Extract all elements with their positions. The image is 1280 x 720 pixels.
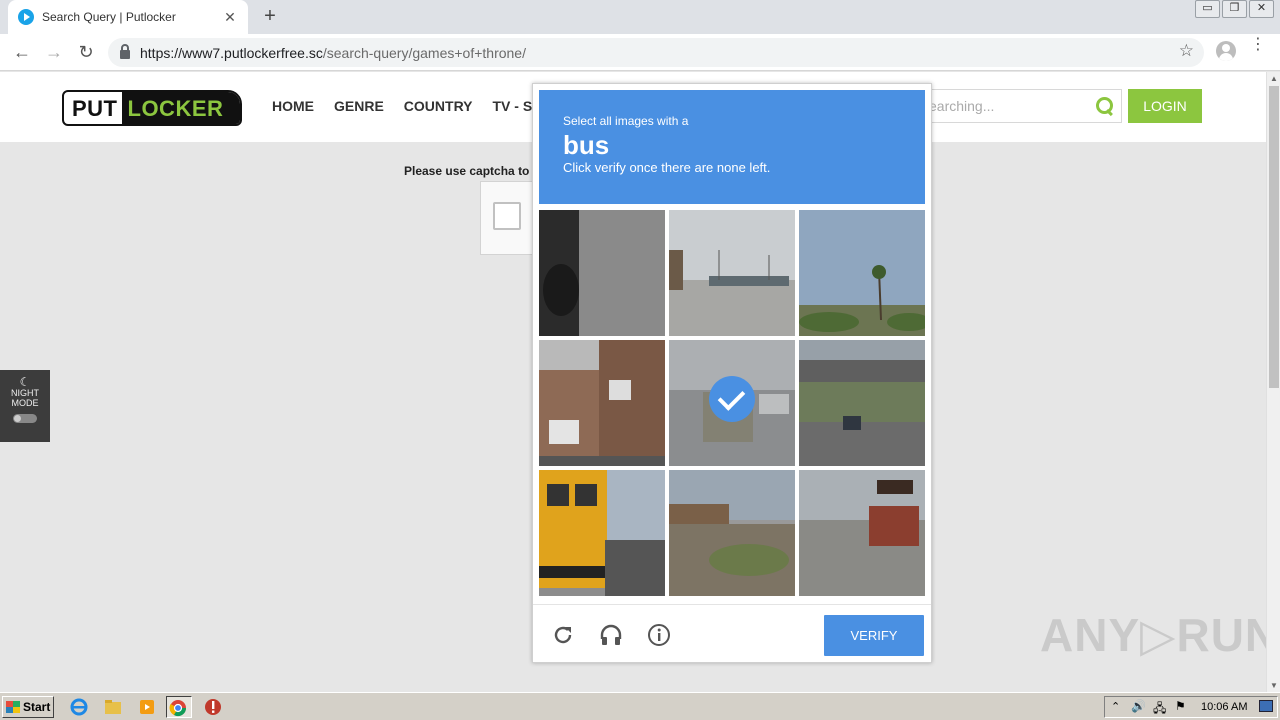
folder-taskbar-icon[interactable] <box>102 696 128 718</box>
logo-locker-text: LOCKER <box>121 92 240 124</box>
browser-toolbar: ← → ↻ https://www7.putlockerfree.sc/sear… <box>0 34 1280 71</box>
scroll-up-arrow-icon[interactable]: ▲ <box>1270 74 1278 83</box>
browser-menu-icon[interactable]: ⋮ <box>1250 37 1266 53</box>
network-icon[interactable]: 🖧 <box>1153 699 1166 720</box>
forward-button[interactable]: → <box>42 40 66 64</box>
image-tile[interactable] <box>669 340 795 466</box>
putlocker-logo[interactable]: PUT LOCKER <box>62 90 242 126</box>
night-label-line2: MODE <box>11 398 39 408</box>
minimize-button[interactable]: ▭ <box>1195 0 1220 18</box>
image-tile[interactable] <box>539 340 665 466</box>
play-icon <box>18 9 34 25</box>
night-label-line1: NIGHT <box>11 388 39 398</box>
challenge-subtext: Click verify once there are none left. <box>563 160 771 175</box>
roadside-image <box>669 470 795 596</box>
logo-put-text: PUT <box>72 96 118 121</box>
school-bus-image <box>539 470 665 596</box>
browser-tabbar: Search Query | Putlocker ✕ + ▭ ❐ ✕ <box>0 0 1280 34</box>
selected-check-icon <box>709 376 755 422</box>
url-path: /search-query/games+of+throne/ <box>322 44 526 61</box>
windows-taskbar: Start ⌃ 🔊 🖧 ⚑ 10:06 AM <box>0 692 1280 720</box>
audio-challenge-icon[interactable] <box>599 623 623 647</box>
challenge-target: bus <box>563 130 610 160</box>
anyrun-watermark: ANY▷RUN <box>1040 609 1266 661</box>
reload-challenge-icon[interactable] <box>551 623 575 647</box>
search-icon[interactable] <box>1093 94 1117 118</box>
recaptcha-checkbox[interactable] <box>493 202 521 230</box>
chrome-taskbar-icon[interactable] <box>166 696 192 718</box>
night-mode-toggle[interactable] <box>13 414 37 423</box>
address-bar[interactable]: https://www7.putlockerfree.sc/search-que… <box>108 38 1204 67</box>
tray-expand-icon[interactable]: ⌃ <box>1111 700 1120 713</box>
start-label: Start <box>23 700 51 714</box>
image-grid <box>539 210 925 596</box>
image-tile[interactable] <box>799 470 925 596</box>
login-button[interactable]: LOGIN <box>1128 89 1202 123</box>
parking-lot-image <box>669 210 795 336</box>
image-tile[interactable] <box>669 470 795 596</box>
overpass-image <box>799 340 925 466</box>
new-tab-button[interactable]: + <box>258 5 282 29</box>
volume-icon[interactable]: 🔊 <box>1131 699 1146 713</box>
close-icon[interactable]: ✕ <box>222 9 238 26</box>
recaptcha-widget <box>480 181 540 255</box>
media-player-taskbar-icon[interactable] <box>136 696 162 718</box>
image-tile[interactable] <box>539 470 665 596</box>
challenge-instruction: Select all images with a <box>563 114 689 128</box>
search-placeholder: earching... <box>929 98 995 114</box>
moon-icon: ☾ <box>19 375 31 389</box>
url-text: https://www7.putlockerfree.sc/search-que… <box>140 45 526 61</box>
car-closeup-image <box>539 210 665 336</box>
night-mode-panel: ☾ NIGHT MODE <box>0 370 50 442</box>
system-tray: ⌃ 🔊 🖧 ⚑ 10:06 AM <box>1104 696 1278 718</box>
window-close-button[interactable]: ✕ <box>1249 0 1274 18</box>
profile-avatar-icon[interactable] <box>1216 41 1236 61</box>
bookmark-star-icon[interactable]: ☆ <box>1179 41 1194 61</box>
image-tile[interactable] <box>799 340 925 466</box>
nav-country[interactable]: COUNTRY <box>404 98 473 114</box>
flag-icon[interactable]: ⚑ <box>1175 699 1186 713</box>
image-tile[interactable] <box>539 210 665 336</box>
url-host: https://www7.putlockerfree.sc <box>140 44 323 61</box>
road-bus-image <box>799 470 925 596</box>
browser-tab[interactable]: Search Query | Putlocker ✕ <box>8 0 248 34</box>
scroll-down-arrow-icon[interactable]: ▼ <box>1270 681 1278 690</box>
nav-genre[interactable]: GENRE <box>334 98 384 114</box>
info-icon[interactable] <box>647 623 671 647</box>
challenge-footer: VERIFY <box>533 604 931 662</box>
main-nav: HOME GENRE COUNTRY TV - SER <box>272 98 552 114</box>
reload-button[interactable]: ↻ <box>74 40 98 64</box>
page-scrollbar[interactable]: ▲ ▼ <box>1266 72 1280 692</box>
start-button[interactable]: Start <box>2 696 54 718</box>
verify-button[interactable]: VERIFY <box>824 615 924 656</box>
site-search-input[interactable]: earching... <box>920 89 1122 123</box>
challenge-header: Select all images with a bus Click verif… <box>539 90 925 204</box>
captcha-challenge: Select all images with a bus Click verif… <box>532 83 932 663</box>
palm-tree-image <box>799 210 925 336</box>
ie-taskbar-icon[interactable] <box>68 696 94 718</box>
nav-home[interactable]: HOME <box>272 98 314 114</box>
show-desktop-icon[interactable] <box>1259 700 1273 712</box>
image-tile[interactable] <box>669 210 795 336</box>
brick-house-image <box>539 340 665 466</box>
tray-clock: 10:06 AM <box>1201 701 1248 713</box>
stop-taskbar-icon[interactable] <box>202 696 228 718</box>
restore-button[interactable]: ❐ <box>1222 0 1247 18</box>
scroll-thumb[interactable] <box>1269 86 1279 388</box>
back-button[interactable]: ← <box>10 40 34 64</box>
image-tile[interactable] <box>799 210 925 336</box>
windows-logo-icon <box>6 701 20 713</box>
tab-title: Search Query | Putlocker <box>42 10 176 24</box>
lock-icon <box>120 44 130 59</box>
captcha-prompt: Please use captcha to <box>404 164 530 178</box>
window-controls: ▭ ❐ ✕ <box>1193 0 1274 18</box>
